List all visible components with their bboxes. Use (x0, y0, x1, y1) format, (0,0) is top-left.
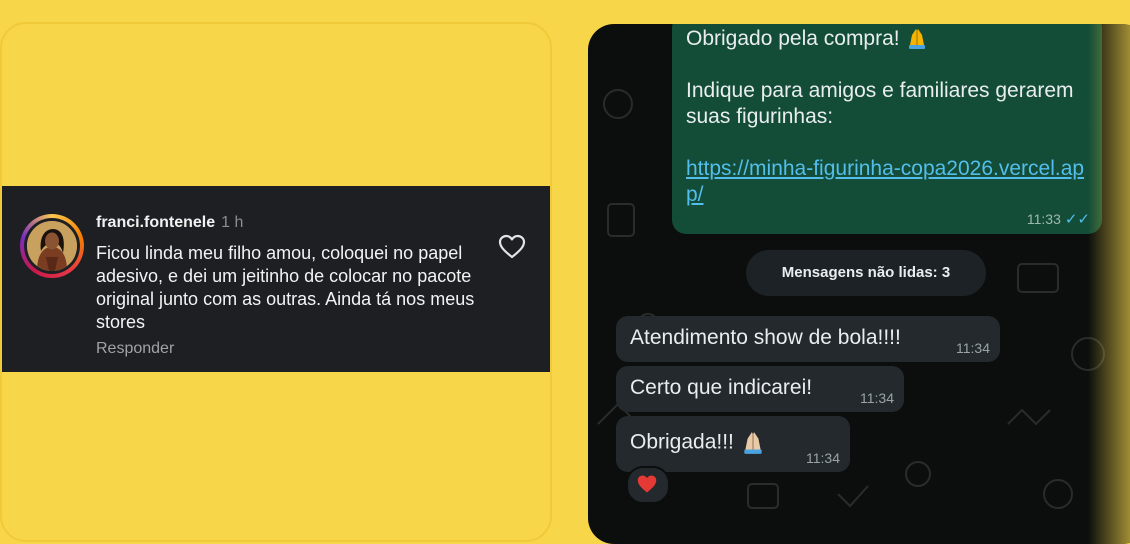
instagram-comment: franci.fontenele 1 h Ficou linda meu filh… (2, 186, 550, 372)
unread-messages-badge: Mensagens não lidas: 3 (746, 250, 986, 296)
message-reaction[interactable] (626, 466, 670, 504)
sent-time: 11:33 (1026, 211, 1061, 227)
whatsapp-chat: Obrigado pela compra! Indique para amigo… (588, 24, 1130, 544)
comment-time: 1 h (221, 214, 244, 231)
red-heart-emoji (637, 475, 657, 493)
sent-link[interactable]: https://minha-figurinha-copa2026.vercel.… (686, 157, 1084, 206)
story-ring[interactable] (20, 214, 84, 278)
message-time: 11:34 (806, 450, 840, 466)
message-text: Atendimento show de bola!!!! (630, 326, 901, 349)
sent-message-text: Obrigado pela compra! Indique para amigo… (686, 26, 1096, 208)
instagram-card: franci.fontenele 1 h Ficou linda meu filh… (0, 22, 552, 542)
sent-message[interactable]: Obrigado pela compra! Indique para amigo… (672, 24, 1102, 234)
double-check-icon: ✓✓ (1064, 211, 1090, 228)
reply-button[interactable]: Responder (96, 340, 174, 358)
comment-text: Ficou linda meu filho amou, coloquei no … (96, 243, 475, 332)
folded-hands-emoji (744, 432, 762, 454)
message-text: Obrigada!!! (630, 430, 734, 454)
sent-line-1: Obrigado pela compra! (686, 27, 900, 50)
message-time: 11:34 (956, 340, 990, 356)
received-message[interactable]: Atendimento show de bola!!!! 11:34 (616, 316, 1000, 362)
avatar-photo (27, 221, 77, 271)
sent-line-2: Indique para amigos e familiares gerarem… (686, 79, 1074, 128)
message-time: 11:34 (860, 390, 894, 406)
message-text: Certo que indicarei! (630, 376, 813, 399)
message-text-wrap: Obrigada!!! (630, 430, 766, 456)
avatar[interactable] (27, 221, 77, 271)
sent-time-meta: 11:33 ✓✓ (1027, 210, 1090, 228)
received-message[interactable]: Certo que indicarei! 11:34 (616, 366, 904, 412)
username[interactable]: franci.fontenele (96, 214, 215, 231)
received-message[interactable]: Obrigada!!! 11:34 (616, 416, 850, 472)
comment-header: franci.fontenele 1 h (96, 214, 243, 232)
folded-hands-emoji (909, 29, 926, 50)
heart-outline-icon[interactable] (498, 234, 526, 260)
edge-fade (1088, 24, 1130, 544)
